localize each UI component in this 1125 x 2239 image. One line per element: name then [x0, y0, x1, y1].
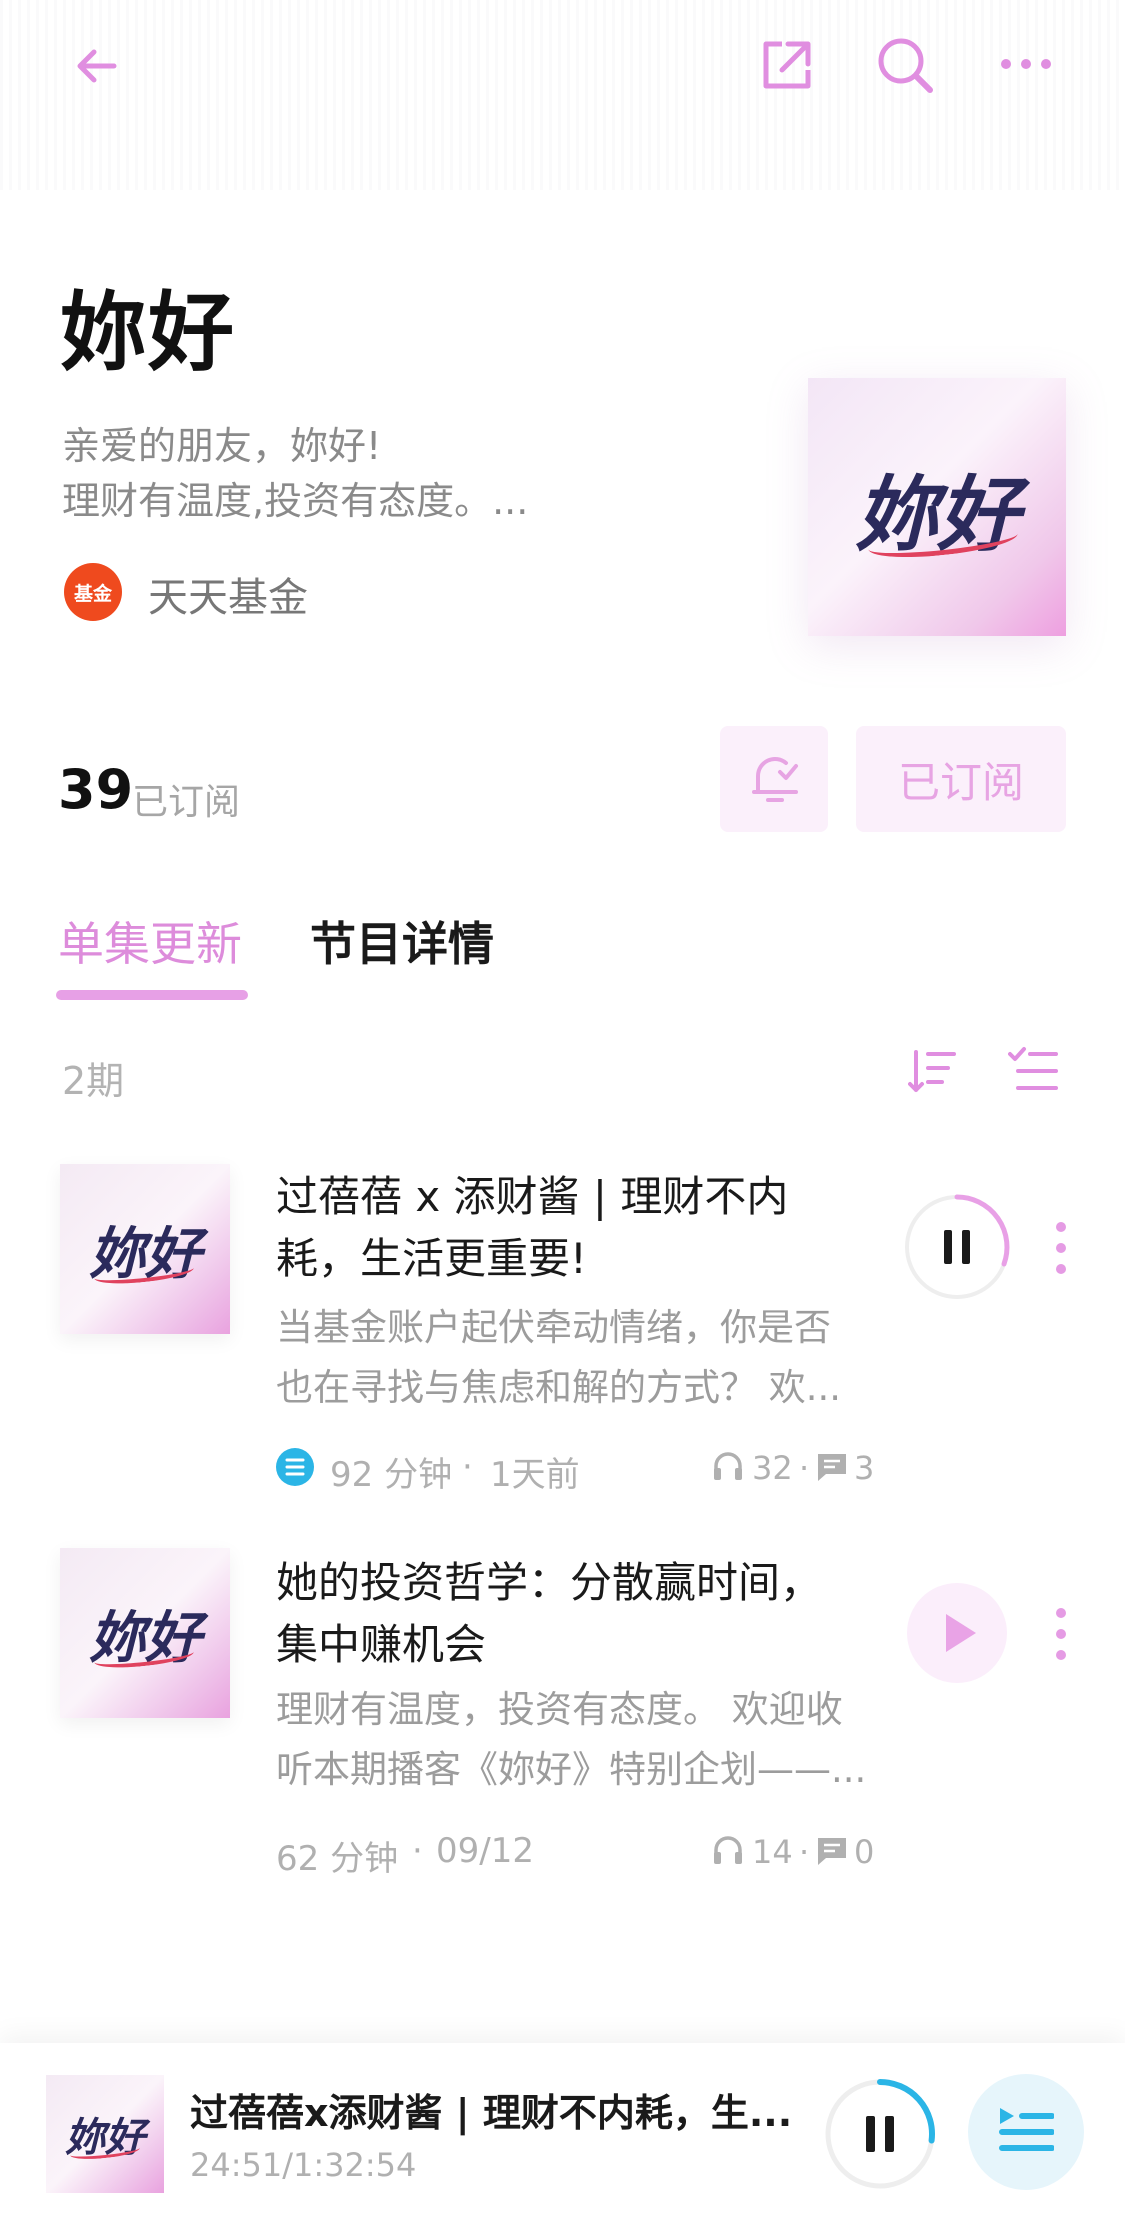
play-count: 14	[752, 1833, 793, 1871]
mini-cover-logo: 妳好	[65, 2114, 145, 2161]
headphones-icon	[714, 1452, 742, 1480]
podcast-description-line2[interactable]: 理财有温度,投资有态度。...	[62, 470, 528, 525]
author-name[interactable]: 天天基金	[148, 565, 308, 623]
header-background	[0, 0, 1125, 190]
stats-separator: ·	[799, 1449, 810, 1487]
podcast-description-line1[interactable]: 亲爱的朋友，妳好!	[62, 415, 381, 470]
episode-title-line1[interactable]: 过蓓蓓 x 添财酱 | 理财不内	[276, 1166, 876, 1228]
subscribe-button[interactable]: 已订阅	[856, 726, 1066, 832]
podcast-cover-logo: 妳好	[855, 466, 1019, 563]
tab-details[interactable]: 节目详情	[310, 908, 494, 974]
more-dot	[1056, 1650, 1066, 1660]
more-horizontal-icon[interactable]	[1000, 56, 1052, 72]
episode-description-line2: 也在寻找与焦虑和解的方式？ 欢...	[276, 1366, 842, 1409]
playlist-button[interactable]	[968, 2074, 1084, 2190]
episode-duration: 92 分钟	[330, 1455, 453, 1495]
play-count: 32	[752, 1449, 793, 1487]
more-dot	[1056, 1608, 1066, 1618]
comment-count: 0	[854, 1833, 875, 1871]
mini-pause-button[interactable]	[822, 2076, 938, 2192]
playlist-icon	[999, 2108, 1054, 2151]
mini-player[interactable]	[0, 2043, 1125, 2239]
comment-icon	[818, 1838, 846, 1865]
transcript-icon	[276, 1448, 314, 1486]
comment-icon	[818, 1454, 846, 1481]
author-logo-text: 基金	[73, 582, 112, 605]
sort-icon[interactable]	[908, 1046, 958, 1096]
episode-description-line2: 听本期播客《妳好》特别企划——...	[276, 1748, 867, 1791]
episode-cover[interactable]: 妳好	[60, 1548, 230, 1718]
search-icon[interactable]	[874, 34, 936, 96]
episode-title-line2[interactable]: 耗，生活更重要!	[276, 1228, 876, 1290]
subscriber-label: 已订阅	[132, 782, 241, 823]
subscriber-count: 39	[58, 758, 134, 821]
episode-cover[interactable]: 妳好	[60, 1164, 230, 1334]
play-button[interactable]	[902, 1578, 1012, 1688]
tab-episodes[interactable]: 单集更新	[58, 908, 242, 974]
headphones-icon	[714, 1836, 742, 1864]
pause-button[interactable]	[902, 1192, 1012, 1302]
meta-separator: ·	[412, 1831, 423, 1871]
meta-separator: ·	[462, 1447, 473, 1487]
back-arrow-icon[interactable]	[70, 40, 122, 92]
episode-description-line1: 当基金账户起伏牵动情绪，你是否	[276, 1306, 831, 1349]
episode-count: 2期	[62, 1059, 125, 1103]
share-icon[interactable]	[756, 36, 816, 96]
stats-separator: ·	[799, 1833, 810, 1871]
episode-cover-logo: 妳好	[89, 1220, 201, 1287]
episode-more-button[interactable]	[1054, 1608, 1068, 1660]
notification-bell-button[interactable]	[720, 726, 828, 832]
episode-more-button[interactable]	[1054, 1222, 1068, 1274]
more-dot	[1056, 1264, 1066, 1274]
more-dot	[1056, 1629, 1066, 1639]
checklist-icon[interactable]	[1008, 1046, 1060, 1096]
episode-title-line2[interactable]: 集中赚机会	[276, 1614, 876, 1676]
author-logo[interactable]: 基金	[64, 563, 122, 621]
mini-player-time: 24:51/1:32:54	[190, 2146, 417, 2184]
bell-check-icon	[752, 756, 798, 802]
podcast-cover[interactable]: 妳好	[808, 378, 1066, 636]
episode-description-line1: 理财有温度，投资有态度。 欢迎收	[276, 1688, 843, 1731]
episode-title-line1[interactable]: 她的投资哲学：分散赢时间，	[276, 1552, 876, 1614]
page-title: 妳好	[60, 283, 236, 383]
episode-duration: 62 分钟	[276, 1839, 399, 1879]
mini-player-title[interactable]: 过蓓蓓x添财酱 | 理财不内耗，生...	[190, 2082, 792, 2137]
episode-date: 09/12	[436, 1831, 534, 1871]
more-dot	[1056, 1243, 1066, 1253]
comment-count: 3	[854, 1449, 875, 1487]
episode-cover-logo: 妳好	[89, 1604, 201, 1671]
more-dot	[1056, 1222, 1066, 1232]
mini-player-cover[interactable]: 妳好	[46, 2075, 164, 2193]
episode-date: 1天前	[490, 1455, 580, 1495]
tab-active-indicator	[56, 990, 248, 1000]
